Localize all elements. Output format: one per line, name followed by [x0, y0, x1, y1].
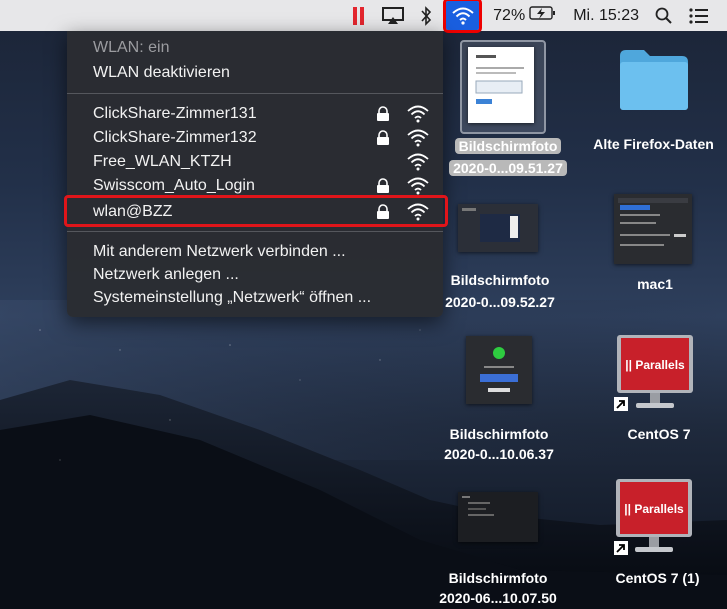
parallels-logo-text: || Parallels [624, 502, 684, 516]
battery-icon [529, 5, 557, 26]
menu-separator [67, 93, 443, 94]
desktop-icon-screenshot-2[interactable]: Bildschirmfoto 2020-0...09.52.27 [430, 196, 570, 320]
icon-label: mac1 [637, 276, 673, 292]
wifi-status-label: WLAN: ein [93, 39, 170, 56]
network-name: ClickShare-Zimmer132 [93, 129, 257, 146]
desktop-icon-folder[interactable]: Alte Firefox-Daten [580, 46, 727, 156]
wifi-toggle-item[interactable]: WLAN deaktivieren [93, 62, 230, 84]
screenshot-thumbnail [614, 194, 692, 264]
notification-center-icon[interactable] [689, 0, 709, 31]
airplay-icon[interactable] [382, 0, 405, 31]
wifi-icon[interactable] [443, 0, 483, 33]
menu-bar: 72% Mi. 15:23 [0, 0, 727, 33]
bluetooth-icon[interactable] [420, 0, 432, 31]
network-name: Swisscom_Auto_Login [93, 177, 255, 194]
icon-label: CentOS 7 (1) [615, 570, 700, 586]
search-icon[interactable] [655, 0, 673, 31]
menu-separator [67, 231, 443, 232]
desktop-icon-mac1[interactable]: mac1 [590, 190, 720, 300]
wifi-signal-icon [407, 129, 429, 152]
network-item[interactable]: Free_WLAN_KTZH [67, 151, 443, 173]
wifi-signal-icon [407, 153, 429, 176]
screenshot-thumbnail [468, 47, 534, 123]
alias-arrow-icon [614, 540, 628, 561]
desktop-icon-screenshot-4[interactable]: Bildschirmfoto 2020-06...10.07.50 [418, 488, 578, 608]
icon-label: CentOS 7 [627, 426, 691, 442]
lock-icon [376, 106, 390, 127]
wifi-signal-icon [407, 105, 429, 128]
network-name: wlan@BZZ [93, 203, 173, 220]
wifi-menu: WLAN: ein WLAN deaktivieren ClickShare-Z… [64, 31, 448, 317]
lock-icon [376, 130, 390, 151]
icon-label: Bildschirmfoto [448, 570, 548, 586]
network-item[interactable]: ClickShare-Zimmer132 [67, 127, 443, 149]
desktop-icon-screenshot-3[interactable]: Bildschirmfoto 2020-0...10.06.37 [424, 334, 574, 464]
parallels-icon[interactable] [352, 0, 366, 31]
desktop-icon-centos7-1[interactable]: || Parallels CentOS 7 (1) [588, 478, 727, 609]
battery-status[interactable]: 72% [493, 0, 557, 31]
network-name: Free_WLAN_KTZH [93, 153, 232, 170]
network-item[interactable]: Swisscom_Auto_Login [67, 175, 443, 197]
icon-label-line2: 2020-0...10.06.37 [444, 446, 554, 462]
clock[interactable]: Mi. 15:23 [573, 0, 639, 31]
network-item[interactable]: ClickShare-Zimmer131 [67, 103, 443, 125]
network-name: ClickShare-Zimmer131 [93, 105, 257, 122]
parallels-logo-text: || Parallels [625, 358, 685, 372]
desktop-icon-screenshot-1[interactable]: Bildschirmfoto 2020-0...09.51.27 [444, 40, 572, 180]
icon-label: Bildschirmfoto [449, 426, 549, 442]
screenshot-thumbnail [458, 204, 538, 252]
screenshot-thumbnail [466, 336, 532, 404]
icon-label-line2: 2020-06...10.07.50 [439, 590, 557, 606]
icon-label: Alte Firefox-Daten [593, 136, 714, 152]
battery-percent: 72% [493, 6, 526, 24]
create-network-item[interactable]: Netzwerk anlegen ... [93, 264, 239, 286]
wifi-signal-icon [407, 203, 429, 226]
join-other-network-item[interactable]: Mit anderem Netzwerk verbinden ... [93, 241, 346, 263]
desktop-icon-centos7[interactable]: || Parallels CentOS 7 [594, 334, 724, 464]
screenshot-thumbnail [458, 492, 538, 542]
icon-label: Bildschirmfoto [450, 272, 550, 288]
network-item-wlan-bzz[interactable]: wlan@BZZ [64, 195, 448, 227]
icon-label: Bildschirmfoto [454, 138, 562, 154]
alias-arrow-icon [614, 396, 628, 417]
folder-icon [618, 46, 690, 118]
lock-icon [376, 204, 390, 225]
open-network-preferences-item[interactable]: Systemeinstellung „Netzwerk“ öffnen ... [93, 287, 371, 309]
icon-label-line2: 2020-0...09.52.27 [445, 294, 555, 310]
icon-label-line2: 2020-0...09.51.27 [449, 160, 567, 176]
